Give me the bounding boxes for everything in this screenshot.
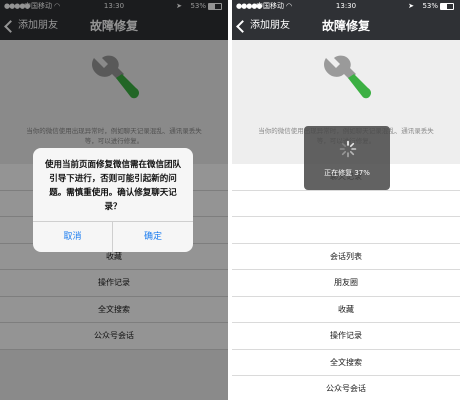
list-item[interactable]: 公众号会话 bbox=[232, 376, 460, 400]
list-item[interactable]: 会话列表 bbox=[232, 243, 460, 270]
location-icon: ➤ bbox=[408, 2, 414, 10]
progress-label: 正在修复 37% bbox=[324, 169, 370, 177]
list-item[interactable] bbox=[232, 190, 460, 217]
confirm-dialog: 使用当前页面修复微信需在微信团队引导下进行，否则可能引起新的问题。需慎重使用。确… bbox=[33, 148, 193, 252]
list-item[interactable]: 全文搜索 bbox=[232, 349, 460, 376]
list-item[interactable]: 操作记录 bbox=[232, 323, 460, 350]
spinner-icon bbox=[339, 140, 357, 158]
loading-toast: 正在修复 37% bbox=[304, 126, 390, 190]
phone-screen-left: ●●●●● 中国移动 ◠ 13:30 ➤ 53% 添加朋友 故障修复 当你的微信… bbox=[0, 0, 228, 400]
page-title: 故障修复 bbox=[321, 19, 370, 33]
list-item[interactable]: 收藏 bbox=[232, 296, 460, 323]
dialog-message: 使用当前页面修复微信需在微信团队引导下进行，否则可能引起新的问题。需慎重使用。确… bbox=[44, 160, 181, 212]
content-area: 当你的微信使用出现异常时，例如聊天记录混乱、通讯录丢失等，可以进行修复。 聊天记… bbox=[232, 40, 460, 400]
wrench-icon bbox=[324, 55, 372, 99]
list-item[interactable] bbox=[232, 217, 460, 244]
confirm-button[interactable]: 确定 bbox=[113, 222, 193, 252]
cancel-button[interactable]: 取消 bbox=[33, 222, 113, 252]
battery-icon bbox=[440, 3, 454, 10]
nav-bar: 添加朋友 故障修复 bbox=[232, 12, 460, 40]
phone-screen-right: ●●●●● 中国移动 ◠ 13:30 ➤ 53% 添加朋友 故障修复 当你的微信… bbox=[232, 0, 460, 400]
list-item[interactable]: 朋友圈 bbox=[232, 270, 460, 297]
battery-percent: 53% bbox=[422, 2, 438, 10]
status-bar: ●●●●● 中国移动 ◠ 13:30 ➤ 53% bbox=[232, 0, 460, 12]
dialog-buttons: 取消 确定 bbox=[33, 221, 193, 252]
repair-list: 聊天记录会话列表朋友圈收藏操作记录全文搜索公众号会话 bbox=[232, 164, 460, 400]
